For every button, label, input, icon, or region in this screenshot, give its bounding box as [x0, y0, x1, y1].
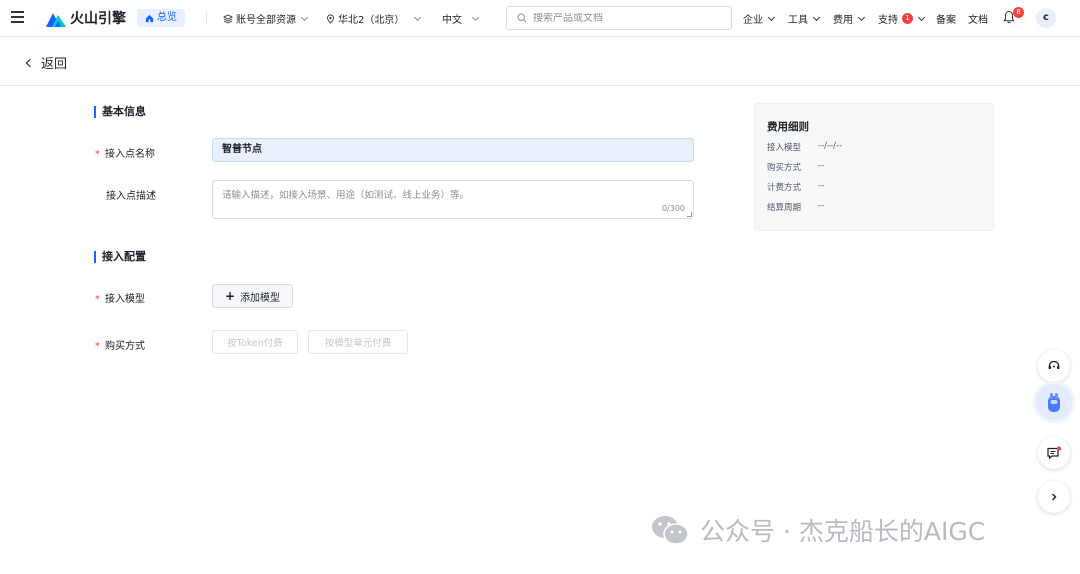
- fee-row-key: 接入模型: [767, 143, 802, 153]
- fee-row-value: --: [818, 181, 825, 191]
- model-label-text: 接入模型: [105, 294, 145, 305]
- purchase-label: * 购买方式: [95, 337, 145, 352]
- account-resources-label: 账号全部资源: [236, 15, 296, 26]
- watermark: 公众号 · 杰克船长的AIGC: [650, 512, 985, 548]
- customer-service-button[interactable]: [1038, 350, 1070, 382]
- search-input[interactable]: [533, 12, 723, 24]
- fee-row-value: --: [818, 201, 825, 211]
- section-title-access-config: 接入配置: [94, 251, 146, 263]
- filing-link[interactable]: 备案: [936, 11, 956, 26]
- chevron-left-icon: [25, 58, 35, 67]
- model-label: * 接入模型: [95, 290, 145, 305]
- home-icon: [145, 14, 154, 22]
- watermark-text: 公众号 · 杰克船长的AIGC: [700, 517, 986, 546]
- location-icon: [327, 14, 334, 24]
- fee-row: 计费方式 --: [767, 181, 824, 193]
- search-icon: [517, 13, 527, 23]
- fee-row-value: --/--/--: [818, 141, 843, 151]
- fee-details-card: 费用细则 接入模型 --/--/-- 购买方式 -- 计费方式 -- 结算周期 --: [754, 103, 994, 231]
- chevron-down-icon: [471, 13, 480, 21]
- divider: [206, 11, 207, 25]
- add-model-button[interactable]: + 添加模型: [212, 284, 293, 308]
- name-label-text: 接入点名称: [105, 149, 155, 160]
- top-navigation-bar: 火山引擎 总览 账号全部资源 华北2（北京） 中文 企业 工具 费用 支持 1 …: [0, 0, 1080, 37]
- region-dropdown[interactable]: 华北2（北京）: [326, 11, 422, 26]
- fee-row: 结算周期 --: [767, 201, 824, 213]
- fee-details-title: 费用细则: [767, 121, 809, 133]
- brand-logo[interactable]: 火山引擎: [46, 8, 126, 28]
- volcano-logo-icon: [46, 13, 66, 27]
- layers-icon: [223, 13, 233, 24]
- notifications-button[interactable]: 8: [1003, 7, 1024, 26]
- back-label: 返回: [41, 57, 68, 72]
- menu-icon[interactable]: [11, 11, 25, 23]
- fee-row-key: 计费方式: [767, 183, 802, 193]
- purchase-option-model-unit[interactable]: 按模型单元付费: [308, 330, 408, 354]
- billing-menu[interactable]: 费用: [833, 11, 866, 26]
- ai-assistant-button[interactable]: [1036, 384, 1072, 420]
- account-resources-dropdown[interactable]: 账号全部资源: [223, 11, 309, 26]
- message-icon: [1047, 446, 1061, 460]
- region-label: 华北2（北京）: [338, 15, 405, 26]
- purchase-option-token[interactable]: 按Token付费: [212, 330, 298, 354]
- docs-label: 文档: [968, 15, 988, 26]
- chevron-down-icon: [414, 13, 422, 21]
- docs-link[interactable]: 文档: [968, 11, 988, 26]
- billing-label: 费用: [833, 15, 853, 26]
- language-label: 中文: [442, 15, 462, 26]
- feedback-button[interactable]: [1038, 437, 1070, 469]
- purchase-label-text: 购买方式: [105, 341, 145, 352]
- description-placeholder: 请输入描述，如接入场景、用途（如测试、线上业务）等。: [222, 190, 470, 201]
- avatar[interactable]: c: [1036, 8, 1056, 28]
- overview-label: 总览: [157, 12, 177, 23]
- expand-button[interactable]: [1038, 481, 1070, 513]
- filing-label: 备案: [936, 15, 956, 26]
- section-title-basic-info: 基本信息: [94, 106, 146, 118]
- assistant-bot-icon: [1048, 393, 1060, 412]
- endpoint-name-input[interactable]: 智普节点: [212, 138, 694, 162]
- fee-row-key: 购买方式: [767, 163, 802, 173]
- chevron-down-icon: [857, 13, 866, 21]
- fee-row: 接入模型 --/--/--: [767, 141, 842, 153]
- support-badge: 1: [902, 13, 913, 24]
- tools-menu[interactable]: 工具: [788, 11, 821, 26]
- chevron-down-icon: [917, 13, 926, 21]
- chevron-down-icon: [767, 13, 776, 21]
- back-button[interactable]: 返回: [25, 53, 68, 72]
- description-textarea[interactable]: 请输入描述，如接入场景、用途（如测试、线上业务）等。 0/300: [212, 180, 694, 219]
- chevron-down-icon: [300, 13, 309, 21]
- description-label: 接入点描述: [106, 191, 156, 202]
- overview-button[interactable]: 总览: [137, 9, 185, 27]
- chevron-right-icon: [1052, 493, 1057, 501]
- support-menu[interactable]: 支持 1: [878, 11, 926, 26]
- plus-icon: +: [224, 289, 236, 303]
- enterprise-label: 企业: [743, 15, 763, 26]
- enterprise-menu[interactable]: 企业: [743, 11, 776, 26]
- fee-row-value: --: [818, 161, 825, 171]
- chevron-down-icon: [812, 13, 821, 21]
- page-header: 返回: [0, 37, 1080, 86]
- required-mark: *: [95, 149, 100, 160]
- support-label: 支持: [878, 15, 898, 26]
- resize-handle[interactable]: [687, 212, 692, 217]
- description-char-count: 0/300: [661, 204, 685, 213]
- required-mark: *: [95, 341, 100, 352]
- tools-label: 工具: [788, 15, 808, 26]
- language-dropdown[interactable]: 中文: [442, 11, 480, 26]
- headset-icon: [1048, 360, 1060, 369]
- notifications-badge: 8: [1013, 7, 1024, 18]
- brand-name: 火山引擎: [70, 11, 126, 27]
- fee-row-key: 结算周期: [767, 203, 802, 213]
- add-model-label: 添加模型: [240, 292, 281, 304]
- fee-row: 购买方式 --: [767, 161, 824, 173]
- search-box[interactable]: [506, 6, 732, 30]
- name-label: * 接入点名称: [95, 145, 155, 160]
- wechat-icon: [652, 516, 689, 545]
- required-mark: *: [95, 294, 100, 305]
